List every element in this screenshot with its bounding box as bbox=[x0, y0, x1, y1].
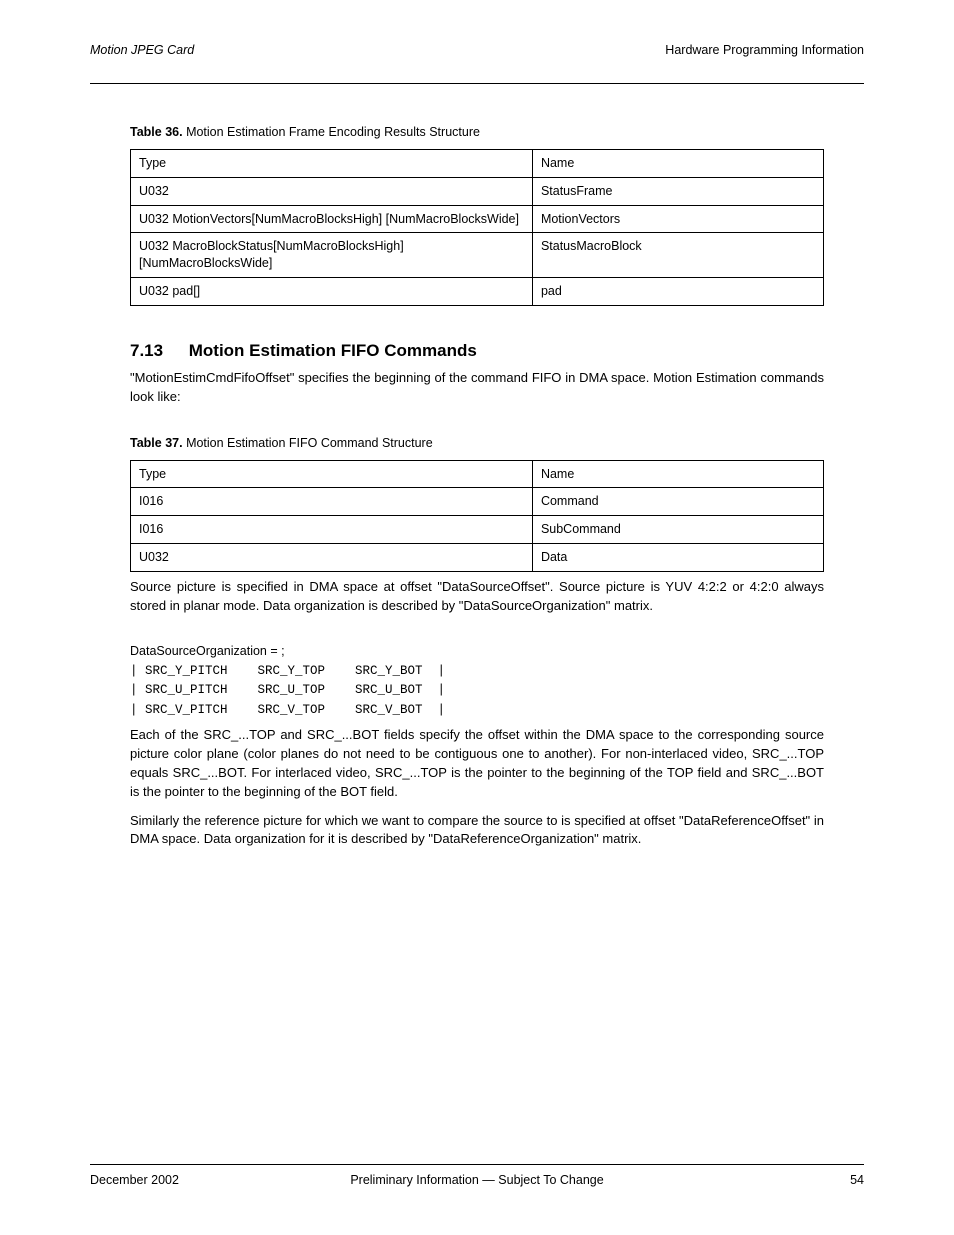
table-row: U032StatusFrame bbox=[131, 177, 824, 205]
paragraph: Similarly the reference picture for whic… bbox=[130, 812, 824, 850]
cell: U032 MotionVectors[NumMacroBlocksHigh] [… bbox=[131, 205, 533, 233]
header-left: Motion JPEG Card bbox=[90, 42, 194, 59]
matrix-label: DataSourceOrganization = ; bbox=[130, 644, 285, 658]
cell: StatusFrame bbox=[532, 177, 823, 205]
header-right: Hardware Programming Information bbox=[665, 42, 864, 59]
table1-caption: Table 36. Motion Estimation Frame Encodi… bbox=[130, 124, 824, 141]
table-row: I016SubCommand bbox=[131, 516, 824, 544]
cell: Data bbox=[532, 544, 823, 572]
cell: Type bbox=[131, 149, 533, 177]
table-row: U032 MacroBlockStatus[NumMacroBlocksHigh… bbox=[131, 233, 824, 278]
table1: TypeName U032StatusFrame U032 MotionVect… bbox=[130, 149, 824, 306]
matrix-row: | SRC_Y_PITCH SRC_Y_TOP SRC_Y_BOT | bbox=[130, 664, 445, 678]
table1-number: Table 36. bbox=[130, 125, 183, 139]
cell: Name bbox=[532, 460, 823, 488]
cell: Command bbox=[532, 488, 823, 516]
table2: TypeName I016Command I016SubCommand U032… bbox=[130, 460, 824, 573]
footer-rule bbox=[90, 1164, 864, 1165]
cell: SubCommand bbox=[532, 516, 823, 544]
main-content: Table 36. Motion Estimation Frame Encodi… bbox=[90, 84, 864, 849]
section-title: Motion Estimation FIFO Commands bbox=[189, 341, 477, 360]
section-number: 7.13 bbox=[130, 340, 184, 363]
table2-caption: Table 37. Motion Estimation FIFO Command… bbox=[130, 435, 824, 452]
cell: StatusMacroBlock bbox=[532, 233, 823, 278]
footer-center: Preliminary Information — Subject To Cha… bbox=[90, 1172, 864, 1189]
cell: pad bbox=[532, 278, 823, 306]
matrix-block: DataSourceOrganization = ; | SRC_Y_PITCH… bbox=[130, 642, 824, 721]
table1-title: Motion Estimation Frame Encoding Results… bbox=[186, 125, 480, 139]
table2-number: Table 37. bbox=[130, 436, 183, 450]
cell: U032 MacroBlockStatus[NumMacroBlocksHigh… bbox=[131, 233, 533, 278]
table-row: U032Data bbox=[131, 544, 824, 572]
matrix-row: | SRC_V_PITCH SRC_V_TOP SRC_V_BOT | bbox=[130, 703, 445, 717]
cell: Name bbox=[532, 149, 823, 177]
cell: MotionVectors bbox=[532, 205, 823, 233]
cell: U032 pad[] bbox=[131, 278, 533, 306]
cell: U032 bbox=[131, 177, 533, 205]
section-heading: 7.13 Motion Estimation FIFO Commands bbox=[130, 340, 824, 363]
paragraph: "MotionEstimCmdFifoOffset" specifies the… bbox=[130, 369, 824, 407]
footer: December 2002 Preliminary Information — … bbox=[90, 1172, 864, 1189]
paragraph: Source picture is specified in DMA space… bbox=[130, 578, 824, 616]
cell: I016 bbox=[131, 516, 533, 544]
table-row: TypeName bbox=[131, 460, 824, 488]
matrix-row: | SRC_U_PITCH SRC_U_TOP SRC_U_BOT | bbox=[130, 683, 445, 697]
table-row: U032 MotionVectors[NumMacroBlocksHigh] [… bbox=[131, 205, 824, 233]
cell: U032 bbox=[131, 544, 533, 572]
paragraph: Each of the SRC_...TOP and SRC_...BOT fi… bbox=[130, 726, 824, 801]
table-row: I016Command bbox=[131, 488, 824, 516]
table2-title: Motion Estimation FIFO Command Structure bbox=[186, 436, 433, 450]
cell: Type bbox=[131, 460, 533, 488]
cell: I016 bbox=[131, 488, 533, 516]
table-row: U032 pad[]pad bbox=[131, 278, 824, 306]
table-row: TypeName bbox=[131, 149, 824, 177]
